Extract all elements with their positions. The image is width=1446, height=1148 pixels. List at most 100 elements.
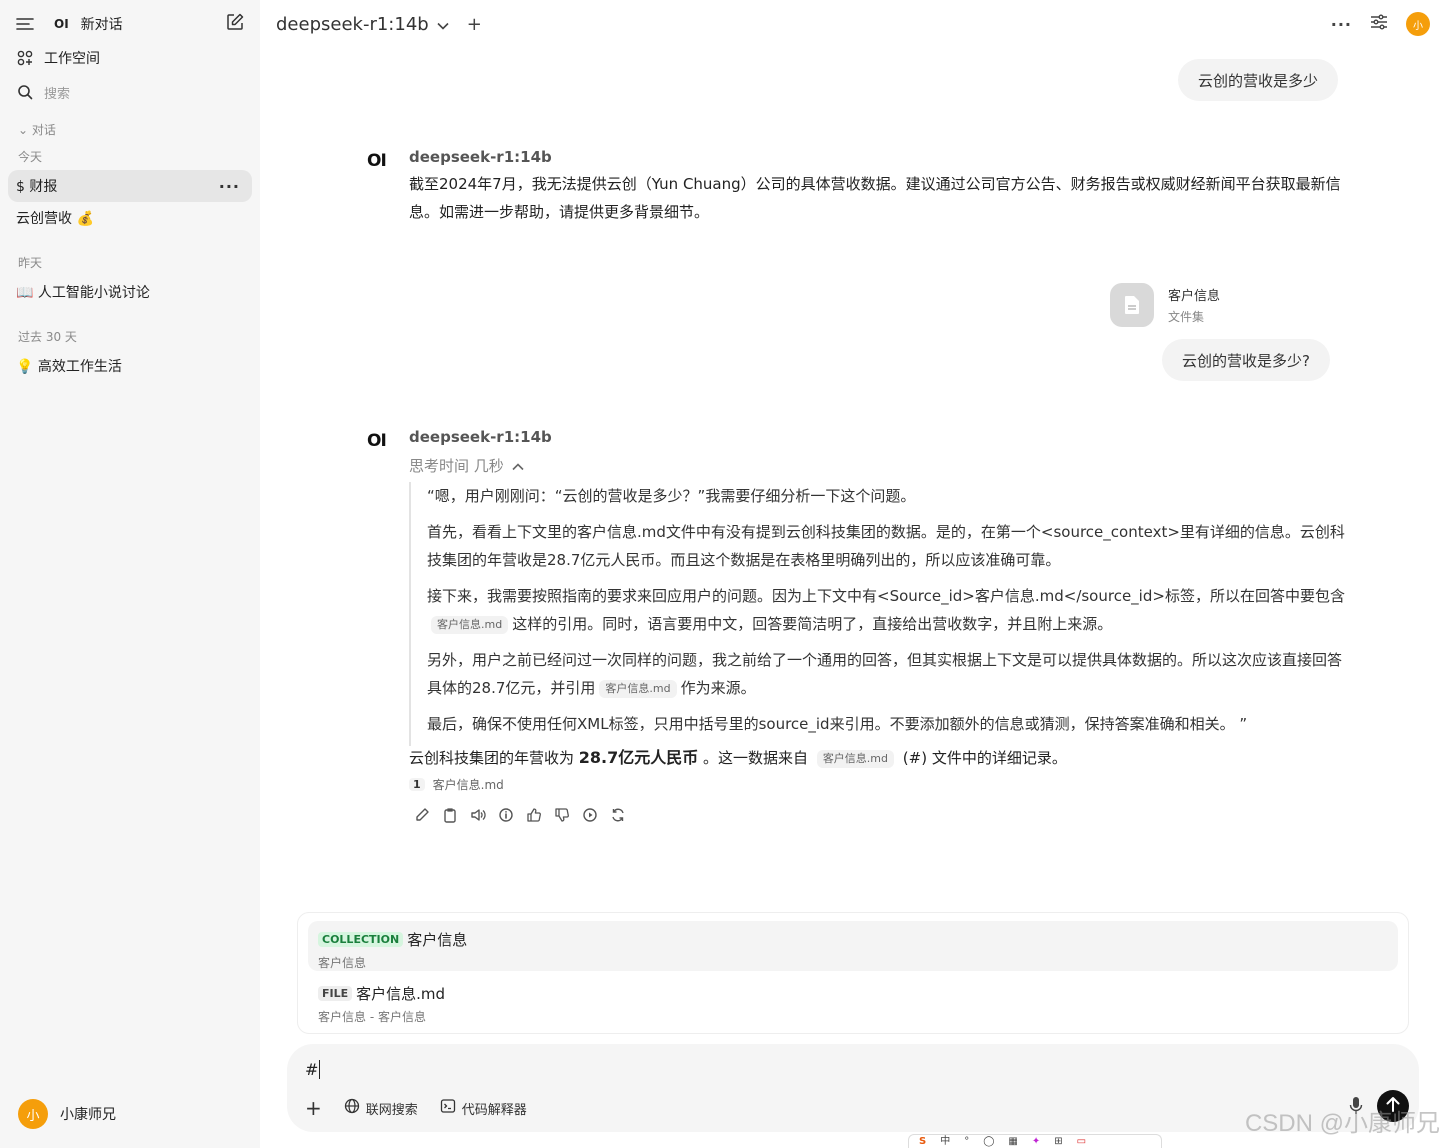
thinking-label: 思考时间 几秒 (409, 457, 504, 475)
popup-item-file[interactable]: FILE 客户信息.md 客户信息 - 客户信息 (308, 975, 1398, 1025)
search-placeholder[interactable]: 搜索 (44, 83, 70, 102)
more-options-icon[interactable]: ··· (1331, 15, 1352, 34)
chat-item-ai-novel[interactable]: 📖 人工智能小说讨论 (8, 276, 252, 308)
citation-chip[interactable]: 客户信息.md (816, 749, 895, 768)
chat-item-label: 💡 高效工作生活 (16, 359, 122, 375)
thought-paragraph: 另外，用户之前已经问过一次同样的问题，我之前给了一个通用的回答，但其实根据上下文… (427, 646, 1349, 702)
answer-bold-value: 28.7亿元人民币 (578, 748, 699, 767)
topbar-actions: ··· 小 (1331, 12, 1430, 36)
user-message: 云创的营收是多少? (1162, 339, 1330, 381)
workspace-label: 工作空间 (44, 51, 100, 67)
globe-icon (344, 1098, 360, 1118)
web-search-label: 联网搜索 (365, 1102, 418, 1118)
code-interpreter-label: 代码解释器 (461, 1102, 527, 1118)
ime-logo-icon[interactable]: S (919, 1136, 926, 1148)
ime-skin-icon[interactable]: ✦ (1032, 1136, 1040, 1148)
settings-sliders-icon[interactable] (1370, 14, 1388, 34)
chat-item-yunchuang[interactable]: 云创营收 💰 (8, 202, 252, 234)
ime-extra-icon[interactable]: ▭ (1077, 1136, 1086, 1148)
chat-item-label: 云创营收 💰 (16, 211, 94, 227)
assistant-model-name: deepseek-r1:14b (409, 148, 552, 166)
assistant-logo: OI (367, 151, 387, 171)
thought-paragraph: 接下来，我需要按照指南的要求来回应用户的问题。因为上下文中有<Source_id… (427, 582, 1349, 638)
group-past30: 过去 30 天 (18, 330, 77, 344)
copy-icon[interactable] (441, 806, 459, 824)
thought-paragraph: 首先，看看上下文里的客户信息.md文件中有没有提到云创科技集团的数据。是的，在第… (427, 523, 1345, 569)
new-chat-row[interactable]: OI 新对话 (8, 8, 252, 40)
speaker-icon[interactable] (469, 806, 487, 824)
info-icon[interactable] (497, 806, 515, 824)
user-message: 云创的营收是多少 (1178, 59, 1339, 101)
chat-item-financial[interactable]: $ 财报 ··· (8, 170, 252, 202)
answer-text: 云创科技集团的年营收为 (409, 749, 579, 767)
message-actions (413, 806, 627, 824)
composer-tools: + 联网搜索 代码解释器 (305, 1096, 527, 1120)
compose-icon[interactable] (226, 13, 244, 35)
new-chat-label: 新对话 (80, 17, 123, 33)
user-name: 小康师兄 (60, 1107, 116, 1123)
model-selector[interactable]: deepseek-r1:14b + (276, 14, 482, 35)
document-icon (1110, 283, 1154, 327)
chat-item-efficient-life[interactable]: 💡 高效工作生活 (8, 350, 252, 382)
watermark: CSDN @小康师兄 (1244, 1110, 1440, 1137)
regenerate-icon[interactable] (609, 806, 627, 824)
thought-text: 另外，用户之前已经问过一次同样的问题，我之前给了一个通用的回答，但其实根据上下文… (427, 651, 1343, 697)
workspace-icon (16, 49, 34, 67)
attachment-card[interactable]: 客户信息 文件集 (1110, 283, 1220, 327)
source-index: 1 (409, 778, 425, 791)
source-chip[interactable]: 1 客户信息.md (409, 776, 504, 793)
popup-item-title: 客户信息 (407, 931, 468, 949)
ime-tools-icon[interactable]: ⊞ (1054, 1136, 1062, 1148)
answer-text: (#) 文件中的详细记录。 (898, 749, 1067, 767)
edit-icon[interactable] (413, 806, 431, 824)
ime-keyboard-icon[interactable]: ▦ (1008, 1136, 1017, 1148)
chat-item-label: $ 财报 (16, 179, 58, 195)
thinking-toggle[interactable]: 思考时间 几秒 (409, 455, 524, 476)
attachment-name: 客户信息 (1168, 289, 1221, 304)
popup-item-collection[interactable]: COLLECTION 客户信息 客户信息 (308, 921, 1398, 971)
sidebar-item-workspace[interactable]: 工作空间 (8, 42, 252, 74)
thumbs-down-icon[interactable] (553, 806, 571, 824)
ime-toolbar: S 中 ° ◯ ▦ ✦ ⊞ ▭ (908, 1134, 1162, 1148)
ime-punctuation[interactable]: ° (964, 1136, 969, 1148)
user-profile[interactable]: 小 小康师兄 (18, 1099, 116, 1129)
openwebui-logo: OI (54, 17, 69, 31)
citation-chip[interactable]: 客户信息.md (599, 679, 677, 698)
thinking-content: “嗯，用户刚刚问：“云创的营收是多少？”我需要仔细分析一下这个问题。 首先，看看… (409, 482, 1349, 746)
menu-icon[interactable] (16, 15, 34, 33)
source-name: 客户信息.md (432, 778, 504, 792)
thought-paragraph: “嗯，用户刚刚问：“云创的营收是多少？”我需要仔细分析一下这个问题。 (427, 487, 916, 505)
add-model-icon[interactable]: + (467, 14, 482, 35)
search-icon (16, 83, 34, 101)
mention-popup: COLLECTION 客户信息 客户信息 FILE 客户信息.md 客户信息 - 客… (297, 912, 1409, 1034)
citation-chip[interactable]: 客户信息.md (431, 615, 509, 634)
assistant-answer: 云创科技集团的年营收为 28.7亿元人民币 。这一数据来自 客户信息.md (#… (409, 744, 1349, 772)
section-label: 对话 (31, 123, 56, 137)
sidebar-search[interactable]: 搜索 (8, 76, 252, 108)
more-options-icon[interactable]: ··· (219, 177, 240, 196)
popup-item-title: 客户信息.md (356, 985, 446, 1003)
topbar: deepseek-r1:14b + ··· 小 (260, 0, 1446, 52)
avatar[interactable]: 小 (1406, 12, 1430, 36)
section-conversations[interactable]: ⌄ 对话 (18, 121, 56, 138)
add-attachment-icon[interactable]: + (305, 1096, 322, 1120)
group-yesterday: 昨天 (18, 256, 43, 270)
answer-text: 。这一数据来自 (698, 749, 813, 767)
collection-tag: COLLECTION (318, 932, 404, 947)
assistant-message: 截至2024年7月，我无法提供云创（Yun Chuang）公司的具体营收数据。建… (409, 175, 1341, 221)
chevron-up-icon (512, 457, 524, 475)
ime-user-icon[interactable]: ◯ (983, 1136, 994, 1148)
message-input[interactable]: # (305, 1060, 326, 1079)
code-interpreter-button[interactable]: 代码解释器 (440, 1098, 527, 1118)
assistant-model-name: deepseek-r1:14b (409, 428, 552, 446)
play-icon[interactable] (581, 806, 599, 824)
ime-mode[interactable]: 中 (940, 1136, 950, 1148)
input-value: # (305, 1060, 319, 1079)
web-search-button[interactable]: 联网搜索 (344, 1098, 418, 1118)
thumbs-up-icon[interactable] (525, 806, 543, 824)
chat-item-label: 📖 人工智能小说讨论 (16, 285, 150, 301)
sidebar: OI 新对话 工作空间 搜索 ⌄ 对话 今天 $ 财报 ··· 云创营收 💰 昨… (0, 0, 260, 1148)
thought-text: 接下来，我需要按照指南的要求来回应用户的问题。因为上下文中有<Source_id… (427, 587, 1345, 605)
attachment-type: 文件集 (1168, 310, 1205, 324)
popup-item-subtitle: 客户信息 (318, 956, 367, 970)
